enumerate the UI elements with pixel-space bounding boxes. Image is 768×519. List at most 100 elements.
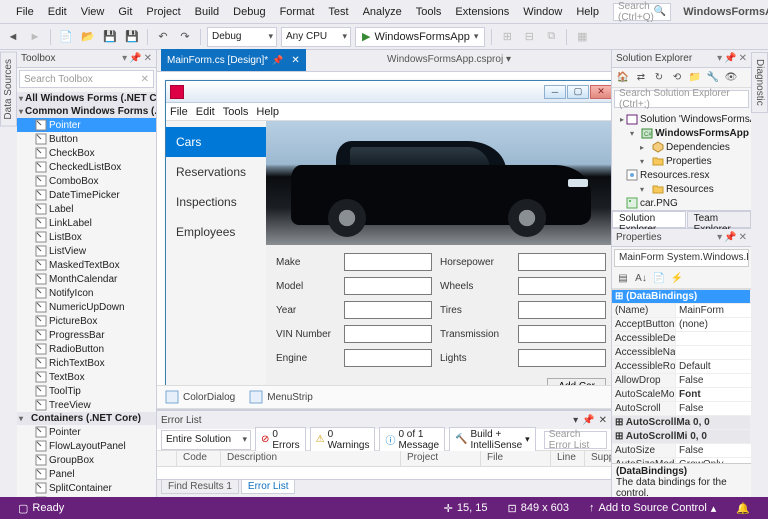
solexp-item[interactable]: ▾Resources — [612, 182, 751, 196]
pin-icon[interactable]: 📌 — [724, 53, 736, 64]
pin-icon[interactable]: 📌 — [129, 53, 141, 64]
dropdown-icon[interactable]: ▾ — [717, 53, 722, 64]
toolbox-item[interactable]: NumericUpDown — [17, 300, 156, 314]
config-combo[interactable]: Debug — [207, 27, 277, 47]
toolbox-item[interactable]: ListView — [17, 244, 156, 258]
open-icon[interactable]: 📂 — [79, 28, 97, 46]
toolbox-group[interactable]: ▾Containers (.NET Core) — [17, 412, 156, 425]
toolbox-item[interactable]: Panel — [17, 467, 156, 481]
pin-tab-icon[interactable]: 📌 — [272, 55, 283, 66]
property-row[interactable]: AutoScrollFalse — [612, 402, 751, 416]
data-sources-tab[interactable]: Data Sources — [0, 52, 17, 127]
build-filter[interactable]: 🔨Build + IntelliSense▾ — [449, 427, 536, 453]
toolbox-item[interactable]: MonthCalendar — [17, 272, 156, 286]
property-row[interactable]: AcceptButton(none) — [612, 318, 751, 332]
toolbox-item[interactable]: Button — [17, 132, 156, 146]
trans-input[interactable] — [518, 325, 606, 343]
model-input[interactable] — [344, 277, 432, 295]
car-image-picturebox[interactable] — [266, 121, 611, 245]
pin-icon[interactable]: 📌 — [582, 415, 594, 426]
property-row[interactable]: ⊞ AutoScrollMa 0, 0 — [612, 416, 751, 430]
toolbox-group[interactable]: ▾Common Windows Forms (.NET ... — [17, 105, 156, 118]
property-row[interactable]: AutoSizeFalse — [612, 444, 751, 458]
menu-format[interactable]: Format — [274, 4, 321, 20]
toolbox-search[interactable]: Search Toolbox✕ — [19, 70, 154, 88]
nav-back-icon[interactable]: ◄ — [4, 28, 22, 46]
align2-icon[interactable]: ⊟ — [520, 28, 538, 46]
menu-window[interactable]: Window — [517, 4, 568, 20]
wheels-input[interactable] — [518, 277, 606, 295]
solexp-item[interactable]: ▾C#WindowsFormsApp — [612, 126, 751, 140]
properties-object-combo[interactable]: MainForm System.Windows.F... — [614, 249, 749, 267]
close-panel-icon[interactable]: ✕ — [739, 53, 747, 64]
form-menu-item[interactable]: Edit — [196, 106, 215, 118]
property-row[interactable]: AllowDropFalse — [612, 374, 751, 388]
toolbox-item[interactable]: RichTextBox — [17, 356, 156, 370]
preview-icon[interactable]: 👁 — [723, 70, 739, 86]
error-list-tab[interactable]: Error List — [241, 480, 296, 494]
toolbox-item[interactable]: ToolTip — [17, 384, 156, 398]
toolbox-item[interactable]: TextBox — [17, 370, 156, 384]
events-icon[interactable]: ⚡ — [669, 270, 685, 286]
error-column-header[interactable]: Line — [551, 451, 585, 466]
alphabetical-icon[interactable]: A↓ — [633, 270, 649, 286]
property-row[interactable]: AccessibleRolDefault — [612, 360, 751, 374]
toolbox-item[interactable]: DateTimePicker — [17, 188, 156, 202]
vin-input[interactable] — [344, 325, 432, 343]
menu-view[interactable]: View — [75, 4, 111, 20]
error-column-header[interactable]: Code — [177, 451, 221, 466]
refresh-icon[interactable]: ↻ — [651, 70, 667, 86]
collapse-icon[interactable]: ⇄ — [633, 70, 649, 86]
find-results-tab[interactable]: Find Results 1 — [161, 480, 239, 494]
solexp-tab[interactable]: Solution Explorer — [612, 211, 686, 228]
hp-input[interactable] — [518, 253, 606, 271]
form-menu-item[interactable]: File — [170, 106, 188, 118]
toolbox-item[interactable]: ProgressBar — [17, 328, 156, 342]
solexp-tab[interactable]: Team Explorer — [687, 211, 751, 228]
menu-analyze[interactable]: Analyze — [357, 4, 408, 20]
error-column-header[interactable]: File — [481, 451, 551, 466]
menu-test[interactable]: Test — [322, 4, 354, 20]
categorized-icon[interactable]: ▤ — [615, 270, 631, 286]
error-search[interactable]: Search Error List — [544, 431, 607, 449]
property-row[interactable]: ⊞ (DataBindings) — [612, 290, 751, 304]
menu-project[interactable]: Project — [140, 4, 186, 20]
error-column-header[interactable] — [157, 451, 177, 466]
messages-filter[interactable]: ⓘ0 of 1 Message — [379, 427, 445, 453]
tires-input[interactable] — [518, 301, 606, 319]
form-menu-item[interactable]: Tools — [223, 106, 249, 118]
dropdown-icon[interactable]: ▾ — [122, 53, 127, 64]
property-row[interactable]: AutoScaleMoFont — [612, 388, 751, 402]
year-input[interactable] — [344, 301, 432, 319]
toolbox-item[interactable]: LinkLabel — [17, 216, 156, 230]
error-column-header[interactable]: Description — [221, 451, 401, 466]
errors-filter[interactable]: ⊘0 Errors — [255, 427, 306, 453]
sync-icon[interactable]: ⟲ — [669, 70, 685, 86]
component-tray-item[interactable]: ColorDialog — [165, 390, 235, 404]
new-project-icon[interactable]: 📄 — [57, 28, 75, 46]
toolbox-item[interactable]: NotifyIcon — [17, 286, 156, 300]
home-icon[interactable]: 🏠 — [615, 70, 631, 86]
toolbox-group[interactable]: ▾All Windows Forms (.NET Core) — [17, 92, 156, 105]
property-row[interactable]: ⊞ AutoScrollMi 0, 0 — [612, 430, 751, 444]
nav-fwd-icon[interactable]: ► — [26, 28, 44, 46]
form-nav-item[interactable]: Cars — [166, 127, 266, 157]
toolbox-item[interactable]: Pointer — [17, 118, 156, 132]
redo-icon[interactable]: ↷ — [176, 28, 194, 46]
close-panel-icon[interactable]: ✕ — [599, 415, 607, 426]
make-input[interactable] — [344, 253, 432, 271]
notifications-icon[interactable]: 🔔 — [726, 502, 760, 515]
property-row[interactable]: AccessibleNar — [612, 346, 751, 360]
solexp-item[interactable]: Resources.resx — [612, 168, 751, 182]
toolbox-item[interactable]: GroupBox — [17, 453, 156, 467]
menu-help[interactable]: Help — [570, 4, 605, 20]
undo-icon[interactable]: ↶ — [154, 28, 172, 46]
toolbox-item[interactable]: CheckBox — [17, 146, 156, 160]
platform-combo[interactable]: Any CPU — [281, 27, 351, 47]
menu-git[interactable]: Git — [112, 4, 138, 20]
search-input[interactable]: Search (Ctrl+Q)🔍 — [613, 3, 671, 21]
toolbox-item[interactable]: PictureBox — [17, 314, 156, 328]
solexp-item[interactable]: ▸Solution 'WindowsFormsApp' (1 — [612, 112, 751, 126]
properties-icon[interactable]: 🔧 — [705, 70, 721, 86]
menu-build[interactable]: Build — [189, 4, 225, 20]
